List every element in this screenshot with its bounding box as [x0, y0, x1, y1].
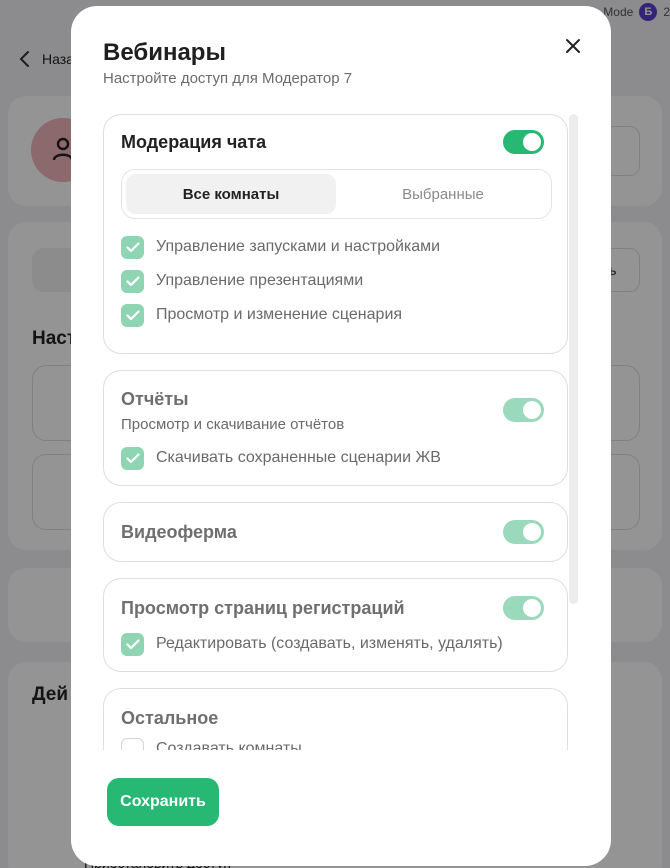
section-chat-moderation: Модерация чата Все комнаты Выбранные Упр…	[103, 114, 568, 354]
section-title: Видеоферма	[121, 522, 237, 542]
checkbox-row[interactable]: Редактировать (создавать, изменять, удал…	[121, 632, 503, 656]
checkbox-label: Создавать комнаты	[156, 740, 302, 750]
videofarm-toggle[interactable]	[503, 520, 544, 544]
modal-subtitle: Настройте доступ для Модератор 7	[103, 70, 353, 87]
reports-toggle[interactable]	[503, 398, 544, 422]
checkbox-label: Управление запусками и настройками	[156, 238, 441, 255]
save-button[interactable]: Сохранить	[107, 778, 219, 826]
checkbox-unchecked[interactable]	[121, 737, 144, 750]
checkmark-icon	[125, 241, 140, 252]
segment-selected-rooms[interactable]: Выбранные	[338, 174, 548, 214]
checkbox-checked[interactable]	[121, 235, 144, 259]
section-description: Просмотр и скачивание отчётов	[121, 416, 345, 433]
checkbox-checked[interactable]	[121, 632, 144, 656]
modal-title: Вебинары	[103, 39, 226, 66]
section-reports: Отчёты Просмотр и скачивание отчётов Ска…	[103, 370, 568, 486]
section-videofarm: Видеоферма	[103, 502, 568, 562]
checkbox-row[interactable]: Управление презентациями	[121, 269, 363, 293]
checkbox-row[interactable]: Скачивать сохраненные сценарии ЖВ	[121, 446, 441, 470]
checkmark-icon	[125, 638, 140, 649]
section-other: Остальное Создавать комнаты	[103, 688, 568, 750]
checkbox-checked[interactable]	[121, 446, 144, 470]
scrollbar[interactable]	[569, 114, 578, 604]
close-icon[interactable]	[561, 34, 585, 58]
section-title: Отчёты	[121, 389, 189, 409]
section-title: Модерация чата	[121, 132, 267, 152]
section-title: Просмотр страниц регистраций	[121, 598, 405, 618]
checkbox-checked[interactable]	[121, 303, 144, 327]
registration-toggle[interactable]	[503, 596, 544, 620]
permissions-scroll-area[interactable]: Модерация чата Все комнаты Выбранные Упр…	[103, 114, 568, 750]
checkmark-icon	[125, 452, 140, 463]
checkmark-icon	[125, 275, 140, 286]
chat-moderation-toggle[interactable]	[503, 130, 544, 154]
checkbox-row[interactable]: Создавать комнаты	[121, 737, 302, 750]
segment-all-rooms[interactable]: Все комнаты	[126, 174, 336, 214]
checkbox-checked[interactable]	[121, 269, 144, 293]
checkbox-label: Редактировать (создавать, изменять, удал…	[156, 635, 503, 652]
access-modal: Вебинары Настройте доступ для Модератор …	[71, 6, 611, 866]
checkbox-row[interactable]: Управление запусками и настройками	[121, 235, 440, 259]
checkbox-label: Скачивать сохраненные сценарии ЖВ	[156, 449, 441, 466]
checkbox-row[interactable]: Просмотр и изменение сценария	[121, 303, 402, 327]
room-scope-segmented-control: Все комнаты Выбранные	[121, 169, 552, 219]
checkbox-label: Просмотр и изменение сценария	[156, 306, 403, 323]
checkmark-icon	[125, 309, 140, 320]
section-registration-pages: Просмотр страниц регистраций Редактирова…	[103, 578, 568, 672]
checkbox-label: Управление презентациями	[156, 272, 364, 289]
section-title: Остальное	[121, 708, 219, 728]
